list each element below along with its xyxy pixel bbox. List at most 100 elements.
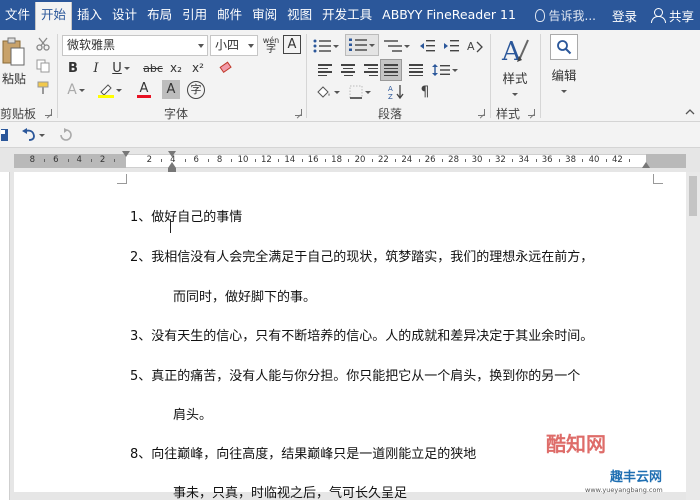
show-marks-button[interactable]: ¶ xyxy=(414,82,436,102)
shading-button[interactable] xyxy=(314,82,342,102)
highlight-button[interactable] xyxy=(96,80,124,100)
decrease-indent-icon[interactable] xyxy=(416,36,438,56)
hanging-indent-marker[interactable] xyxy=(168,151,176,157)
align-left-button[interactable] xyxy=(314,60,336,80)
doc-line[interactable]: 3、没有天生的信心，只有不断培养的信心。人的成就和差异决定于其业余时间。 xyxy=(130,325,593,344)
svg-text:Z: Z xyxy=(388,93,393,100)
tab-view[interactable]: 视图 xyxy=(282,0,317,30)
save-icon[interactable] xyxy=(0,127,10,143)
enclose-chars-button[interactable]: 字 xyxy=(186,80,206,100)
italic-button[interactable]: I xyxy=(87,58,105,78)
doc-line[interactable]: 2、我相信没有人会完全满足于自己的现状，筑梦踏实，我们的理想永远在前方， xyxy=(130,246,593,265)
doc-line[interactable]: 8、向往巅峰，向往高度，结果巅峰只是一道刚能立足的狭地 xyxy=(130,443,476,462)
tab-design[interactable]: 设计 xyxy=(107,0,142,30)
font-size-combo[interactable]: 小四 xyxy=(210,35,258,56)
ruler-number: 38 xyxy=(565,155,576,165)
lightbulb-icon xyxy=(534,8,545,22)
borders-button[interactable] xyxy=(346,82,374,102)
align-center-button[interactable] xyxy=(337,60,359,80)
doc-line[interactable]: 肩头。 xyxy=(173,404,212,423)
ruler-number: 40 xyxy=(588,155,600,165)
ruler-number: 16 xyxy=(307,155,319,165)
phonetic-guide-button[interactable]: wén 字 xyxy=(261,34,281,56)
paste-label: 粘贴 xyxy=(1,72,26,86)
font-name-combo[interactable]: 微软雅黑 xyxy=(62,35,208,56)
tab-layout[interactable]: 布局 xyxy=(142,0,177,30)
char-border-button[interactable]: A xyxy=(283,35,301,54)
ruler-tick xyxy=(348,159,350,162)
vertical-scrollbar[interactable] xyxy=(686,172,700,500)
crop-mark-left xyxy=(117,174,127,184)
login-button[interactable]: 登录 xyxy=(602,6,647,25)
paragraph-launcher-icon[interactable] xyxy=(478,109,485,116)
styles-button[interactable]: A 样式 xyxy=(496,34,534,100)
paste-button[interactable]: 粘贴 xyxy=(0,34,28,90)
doc-line[interactable]: 1、做好自己的事情 xyxy=(130,206,242,225)
format-painter-icon[interactable] xyxy=(34,80,52,96)
vertical-ruler xyxy=(0,172,10,500)
ruler-number: 8 xyxy=(29,155,36,165)
collapse-ribbon-icon[interactable] xyxy=(684,106,696,118)
ruler-tick xyxy=(605,159,607,162)
doc-line[interactable]: 5、真正的痛苦，没有人能与你分担。你只能把它从一个肩头，换到你的另一个 xyxy=(130,365,580,384)
justify-button[interactable] xyxy=(380,59,402,81)
tab-abbyy[interactable]: ABBYY FineReader 11 xyxy=(377,0,521,30)
bold-button[interactable]: B xyxy=(64,58,82,78)
clear-format-icon[interactable] xyxy=(216,58,236,78)
ruler-number: 20 xyxy=(354,155,366,165)
doc-line[interactable]: 事未，只真，时临视之后，气可长久呈足 xyxy=(173,482,407,500)
superscript-label: x² xyxy=(192,61,204,75)
scrollbar-thumb[interactable] xyxy=(689,176,697,216)
subscript-label: x₂ xyxy=(170,61,182,75)
font-color-button[interactable]: A xyxy=(130,80,158,100)
effects-label: A xyxy=(67,82,77,98)
ruler-tick xyxy=(395,159,397,162)
tab-review[interactable]: 审阅 xyxy=(247,0,282,30)
clipboard-icon xyxy=(2,37,25,66)
ruler-number: 2 xyxy=(99,155,106,165)
tab-references[interactable]: 引用 xyxy=(177,0,212,30)
share-button[interactable]: 共享 xyxy=(647,6,700,25)
first-line-indent-marker[interactable] xyxy=(122,151,130,157)
ruler-tick xyxy=(371,159,373,162)
undo-button[interactable] xyxy=(18,125,48,145)
horizontal-ruler[interactable]: 8 6 4 2 2 4 6 8 10 12 14 16 18 20 22 24 26 28 30 32 34 36 38 40… xyxy=(0,148,700,172)
char-shading-label: A xyxy=(166,82,176,97)
numbering-button[interactable] xyxy=(345,34,379,56)
increase-indent-icon[interactable] xyxy=(440,36,462,56)
tab-file[interactable]: 文件 xyxy=(0,0,35,30)
ruler-tick xyxy=(161,159,163,162)
tab-developer[interactable]: 开发工具 xyxy=(317,0,377,30)
tell-me-box[interactable]: 告诉我... xyxy=(529,7,602,24)
distributed-button[interactable] xyxy=(405,60,427,80)
font-group-label: 字体 xyxy=(164,107,189,121)
sort-button[interactable]: AZ xyxy=(384,82,410,102)
tab-mailings[interactable]: 邮件 xyxy=(212,0,247,30)
chinese-layout-icon[interactable]: A xyxy=(463,36,487,56)
clipboard-launcher-icon[interactable] xyxy=(45,109,52,116)
ruler-number: 4 xyxy=(76,155,82,165)
editing-button[interactable]: 编辑 xyxy=(546,34,582,94)
strikethrough-button[interactable]: abc xyxy=(141,58,165,78)
font-launcher-icon[interactable] xyxy=(295,109,302,116)
line-spacing-button[interactable] xyxy=(430,60,460,80)
styles-launcher-icon[interactable] xyxy=(528,109,535,116)
doc-line[interactable]: 而同时，做好脚下的事。 xyxy=(173,286,316,305)
redo-icon[interactable] xyxy=(56,125,76,145)
ruler-tick xyxy=(512,159,514,162)
tab-home[interactable]: 开始 xyxy=(35,2,73,30)
ruler-number: 6 xyxy=(53,155,59,165)
copy-icon[interactable] xyxy=(34,58,52,74)
superscript-button[interactable]: x² xyxy=(188,58,208,78)
tab-insert[interactable]: 插入 xyxy=(72,0,107,30)
text-effects-button[interactable]: A xyxy=(64,80,88,100)
subscript-button[interactable]: x₂ xyxy=(166,58,186,78)
bullets-button[interactable] xyxy=(312,36,340,56)
ruler-tick xyxy=(488,159,490,162)
cut-icon[interactable] xyxy=(34,36,52,52)
right-indent-marker[interactable] xyxy=(642,162,650,168)
char-shading-button[interactable]: A xyxy=(162,80,180,99)
underline-button[interactable]: U xyxy=(109,58,133,78)
multilevel-list-button[interactable] xyxy=(383,36,411,56)
align-right-button[interactable] xyxy=(360,60,382,80)
